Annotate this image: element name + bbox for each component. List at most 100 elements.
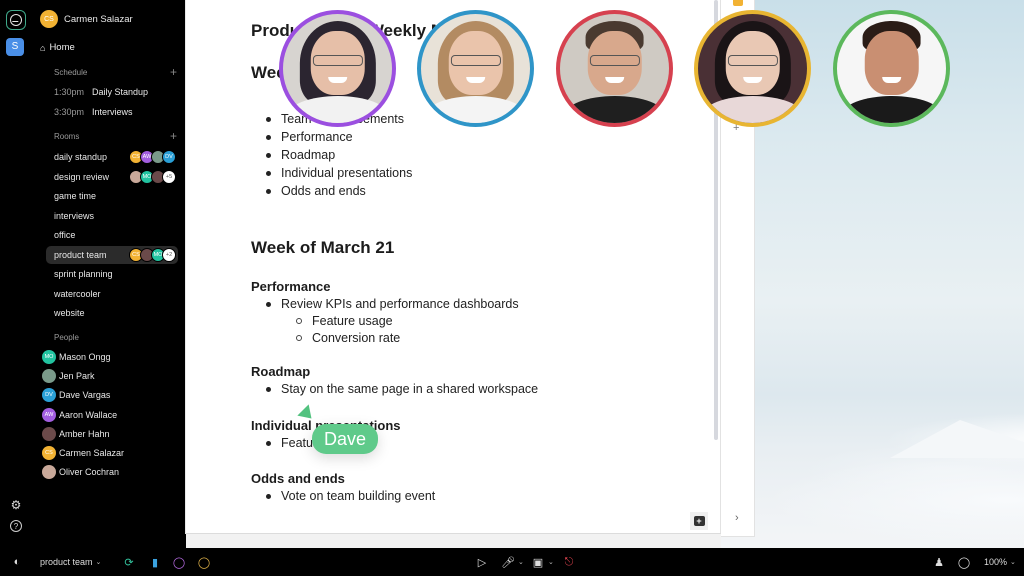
sidebar-room-item[interactable]: product team CS MO +2 xyxy=(46,245,178,264)
schedule-item[interactable]: 1:30pm Daily Standup xyxy=(54,87,148,97)
activity-logo-icon[interactable] xyxy=(6,10,26,30)
hollow-bullet-icon xyxy=(296,318,302,324)
avatar: DV xyxy=(162,150,176,164)
room-participants: CS MO +2 xyxy=(129,247,176,262)
sidebar-person-item[interactable]: CS Carmen Salazar xyxy=(42,446,124,460)
pin-button[interactable]: ▮ xyxy=(148,548,162,576)
sticker-icon: ◯ xyxy=(197,556,211,569)
room-name: interviews xyxy=(54,210,95,221)
person-icon: ♟︎ xyxy=(934,556,944,569)
sidebar-room-item[interactable]: sprint planning xyxy=(46,265,178,283)
room-name: sprint planning xyxy=(54,269,113,279)
sidebar-person-item[interactable]: Amber Hahn xyxy=(42,426,110,441)
sidebar-toggle-button[interactable]: ◐ xyxy=(10,548,24,576)
list-item: Roadmap xyxy=(266,148,335,162)
bullet-icon xyxy=(266,386,271,392)
participant-video[interactable] xyxy=(556,10,673,127)
schedule-title: Daily Standup xyxy=(92,87,149,97)
list-item-text: Roadmap xyxy=(281,148,336,162)
chat-button[interactable]: ◯ xyxy=(172,548,186,576)
room-name: game time xyxy=(54,191,97,201)
chevron-down-icon: ⌄ xyxy=(548,559,554,566)
bug-icon[interactable]: ⚙ xyxy=(9,498,23,512)
participant-face xyxy=(864,31,919,95)
room-name: website xyxy=(54,308,85,318)
list-item-text: Stay on the same page in a shared worksp… xyxy=(281,382,539,396)
sidebar-person-item[interactable]: Jen Park xyxy=(42,369,95,384)
list-item-text: Vote on team building event xyxy=(281,489,436,503)
room-selector[interactable]: product team ⌄ xyxy=(40,548,101,576)
sidebar-room-item[interactable]: website xyxy=(46,304,178,322)
zoom-level: 100% xyxy=(984,557,1008,567)
person-name: Carmen Salazar xyxy=(59,448,125,458)
list-item-text: Review KPIs and performance dashboards xyxy=(281,297,519,311)
microphone-button[interactable]: 🎤︎ ⌄ xyxy=(501,548,524,576)
person-name: Amber Hahn xyxy=(59,428,110,439)
sidebar-room-item[interactable]: watercooler xyxy=(46,285,178,303)
schedule-item[interactable]: 3:30pm Interviews xyxy=(54,107,133,117)
sidebar-room-item[interactable]: design review MO +5 xyxy=(46,168,178,186)
list-item-text: Feature usage xyxy=(312,314,393,328)
play-button[interactable]: ▷ xyxy=(475,548,489,576)
room-name: design review xyxy=(54,171,110,182)
person-name: Jen Park xyxy=(59,371,95,382)
room-name: product team xyxy=(40,557,93,567)
sidebar-person-item[interactable]: AW Aaron Wallace xyxy=(42,407,117,422)
camera-icon: ▣ xyxy=(532,556,544,569)
background-mountain xyxy=(890,420,1024,458)
add-room-button[interactable]: + xyxy=(170,130,177,142)
list-item: Odds and ends xyxy=(266,184,366,198)
help-icon[interactable]: ? xyxy=(10,520,22,532)
add-schedule-button[interactable]: + xyxy=(170,66,177,78)
pin-icon: ▮ xyxy=(151,556,159,569)
sidebar-person-item[interactable]: DV Dave Vargas xyxy=(42,388,110,403)
space-switcher-button[interactable]: S xyxy=(6,38,24,56)
sticker-button[interactable]: ◯ xyxy=(197,548,211,576)
bullet-icon xyxy=(266,170,271,176)
participant-video[interactable] xyxy=(694,10,811,127)
list-item-text: Odds and ends xyxy=(281,184,366,198)
sidebar-item-home[interactable]: ⌂ Home xyxy=(40,42,75,53)
comments-button[interactable]: ◯ xyxy=(957,548,971,576)
add-comment-button[interactable]: + xyxy=(690,512,708,530)
leave-button[interactable]: ⎋ xyxy=(562,548,576,576)
notification-badge[interactable] xyxy=(733,0,743,6)
rooms-label: Rooms xyxy=(54,132,80,141)
sidebar-person-item[interactable]: Oliver Cochran xyxy=(42,465,119,480)
avatar: CS xyxy=(40,10,58,28)
sidebar-room-item[interactable]: interviews xyxy=(46,207,178,225)
current-user[interactable]: CS Carmen Salazar xyxy=(40,10,133,28)
list-item-text: Conversion rate xyxy=(312,331,401,345)
participant-video[interactable] xyxy=(417,10,534,127)
participant-video[interactable] xyxy=(833,10,950,127)
sidebar-room-item[interactable]: daily standup CS AW DV xyxy=(46,148,178,166)
schedule-time: 1:30pm xyxy=(54,87,85,97)
chevron-right-icon[interactable]: › xyxy=(735,512,739,524)
sidebar-room-item[interactable]: office xyxy=(46,226,178,244)
avatar xyxy=(42,426,56,441)
camera-button[interactable]: ▣ ⌄ xyxy=(531,548,554,576)
zoom-selector[interactable]: 100% ⌄ xyxy=(984,548,1016,576)
avatar: +2 xyxy=(162,247,176,262)
sidebar-person-item[interactable]: MO Mason Ongg xyxy=(42,350,111,364)
participant-glasses xyxy=(312,55,363,67)
sidebar-room-item[interactable]: game time xyxy=(46,187,178,205)
refresh-button[interactable]: ⟳ xyxy=(122,548,136,576)
schedule-time: 3:30pm xyxy=(54,107,85,117)
room-name: office xyxy=(54,230,76,240)
sidebar: CS Carmen Salazar ⌂ Home Schedule + 1:30… xyxy=(32,0,186,548)
room-participants: CS AW DV xyxy=(129,150,176,164)
participant-smile xyxy=(881,77,902,83)
document-horizontal-scrollbar[interactable] xyxy=(186,533,721,548)
person-name: Mason Ongg xyxy=(59,352,111,362)
list-item: Vote on team building event xyxy=(266,489,435,503)
participant-shirt xyxy=(425,95,526,123)
participant-smile xyxy=(742,77,763,83)
section-heading: Week of March 21 xyxy=(251,238,395,257)
participant-video[interactable] xyxy=(279,10,396,127)
participant-smile xyxy=(327,77,348,83)
participant-shirt xyxy=(564,95,665,123)
participant-shirt xyxy=(702,95,803,123)
participant-glasses xyxy=(450,55,501,67)
people-button[interactable]: ♟︎ xyxy=(932,548,946,576)
